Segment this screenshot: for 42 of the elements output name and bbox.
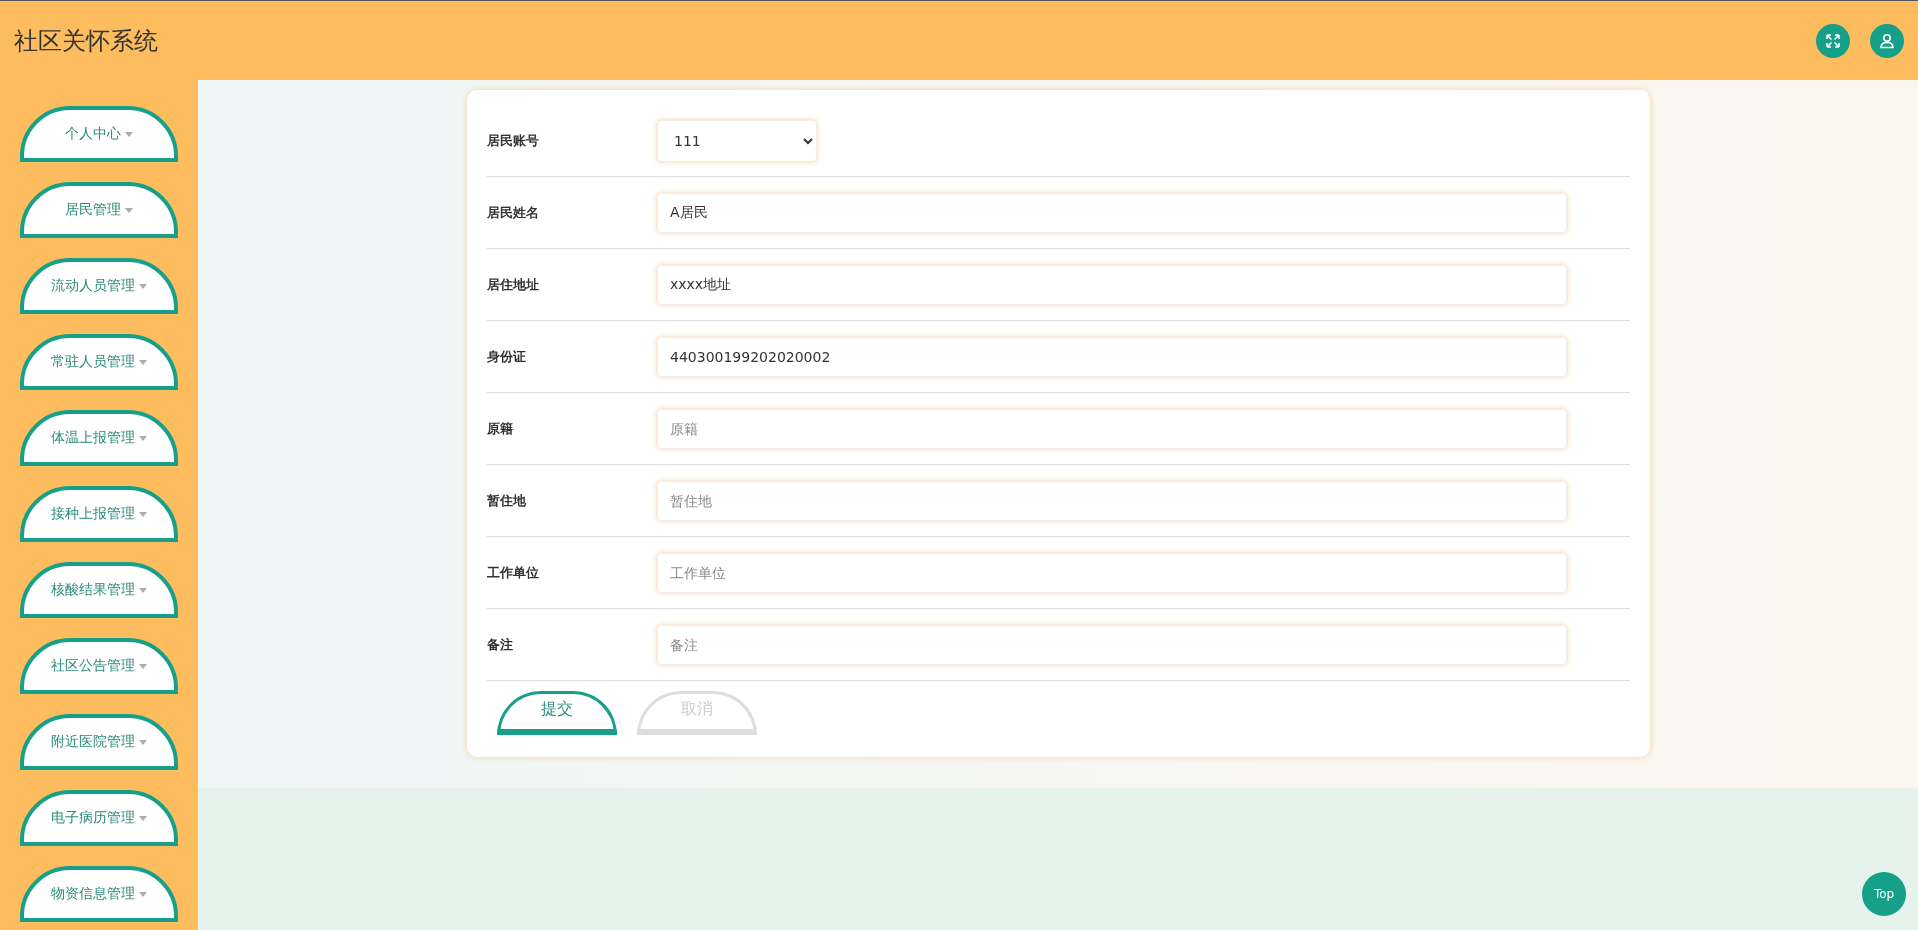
input-field[interactable]: 440300199202020002 [657,336,1567,377]
sidebar-item[interactable]: 电子病历管理 [20,790,178,846]
field-label: 备注 [487,635,514,654]
submit-button[interactable]: 提交 [497,691,617,735]
caret-icon [139,891,147,897]
sidebar-item[interactable]: 常驻人员管理 [20,334,178,390]
caret-icon [139,511,147,517]
app-title: 社区关怀系统 [14,25,158,57]
caret-icon [139,663,147,669]
fullscreen-icon[interactable] [1816,23,1850,58]
sidebar-item[interactable]: 附近医院管理 [20,714,178,770]
input-field[interactable]: 暂住地 [657,480,1567,521]
input-field[interactable]: 原籍 [657,408,1567,449]
caret-icon [125,207,133,213]
caret-icon [125,131,133,137]
field-label: 居民账号 [487,131,540,150]
sidebar-item[interactable]: 个人中心 [20,106,178,162]
sidebar-item[interactable]: 核酸结果管理 [20,562,178,618]
caret-icon [139,739,147,745]
field-label: 身份证 [487,347,527,366]
select-field[interactable]: 111 [657,119,817,162]
sidebar-item[interactable]: 接种上报管理 [20,486,178,542]
caret-icon [139,815,147,821]
caret-icon [139,435,147,441]
caret-icon [139,283,147,289]
input-field[interactable]: A居民 [657,192,1567,233]
sidebar-item[interactable]: 体温上报管理 [20,410,178,466]
field-label: 居住地址 [487,275,540,294]
input-field[interactable]: 工作单位 [657,552,1567,593]
input-field[interactable]: xxxx地址 [657,264,1567,305]
sidebar-item[interactable]: 流动人员管理 [20,258,178,314]
input-field[interactable]: 备注 [657,624,1567,665]
field-label: 居民姓名 [487,203,540,222]
caret-icon [139,359,147,365]
field-label: 工作单位 [487,563,540,582]
user-icon[interactable] [1870,23,1904,58]
field-label: 原籍 [487,419,514,438]
sidebar-item[interactable]: 社区公告管理 [20,638,178,694]
sidebar-item[interactable]: 居民管理 [20,182,178,238]
caret-icon [139,587,147,593]
field-label: 暂住地 [487,491,527,510]
sidebar-item[interactable]: 物资信息管理 [20,866,178,922]
